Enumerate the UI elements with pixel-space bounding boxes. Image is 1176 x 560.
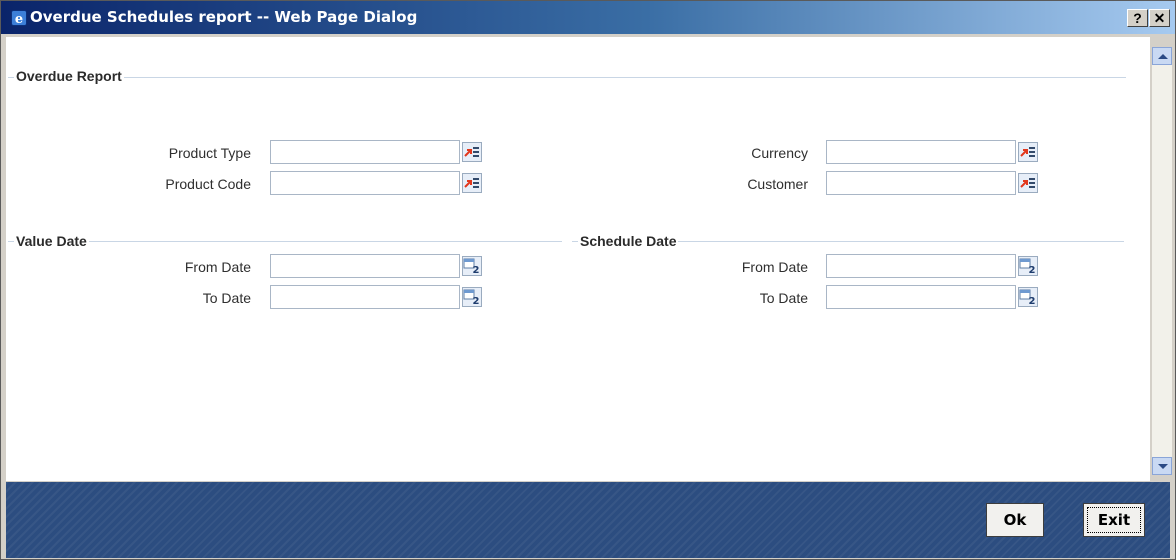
value-from-date-label: From Date [184, 259, 251, 275]
title-bar[interactable]: e Overdue Schedules report -- Web Page D… [1, 1, 1175, 34]
value-to-date-calendar-icon[interactable]: 2 [462, 287, 482, 307]
currency-label: Currency [751, 145, 808, 161]
ok-button[interactable]: Ok [986, 503, 1044, 537]
currency-input[interactable] [826, 140, 1016, 164]
product-type-lov-icon[interactable] [462, 142, 482, 162]
exit-button[interactable]: Exit [1083, 503, 1145, 537]
product-type-label: Product Type [168, 145, 251, 161]
scroll-up-button[interactable] [1152, 47, 1172, 65]
overdue-report-heading: Overdue Report [14, 68, 124, 84]
svg-text:2: 2 [1029, 296, 1036, 307]
arrow-up-icon [1158, 54, 1168, 59]
customer-label: Customer [747, 176, 808, 192]
dialog-footer: Ok Exit [6, 482, 1170, 558]
svg-text:2: 2 [473, 296, 480, 307]
report-content: Overdue Report Product Type Product Code… [6, 37, 1150, 481]
customer-input[interactable] [826, 171, 1016, 195]
help-button[interactable]: ? [1127, 9, 1148, 27]
schedule-date-heading: Schedule Date [578, 233, 679, 249]
value-from-date-input[interactable] [270, 254, 460, 278]
value-date-separator [8, 241, 562, 242]
window-title: Overdue Schedules report -- Web Page Dia… [30, 8, 418, 26]
schedule-from-date-input[interactable] [826, 254, 1016, 278]
svg-text:e: e [15, 12, 23, 26]
product-type-input[interactable] [270, 140, 460, 164]
customer-lov-icon[interactable] [1018, 173, 1038, 193]
value-to-date-input[interactable] [270, 285, 460, 309]
value-from-date-calendar-icon[interactable]: 2 [462, 256, 482, 276]
product-code-input[interactable] [270, 171, 460, 195]
svg-text:2: 2 [473, 265, 480, 276]
arrow-down-icon [1158, 464, 1168, 469]
dialog-window: e Overdue Schedules report -- Web Page D… [0, 0, 1176, 560]
schedule-from-date-calendar-icon[interactable]: 2 [1018, 256, 1038, 276]
close-button[interactable]: ✕ [1149, 9, 1170, 27]
schedule-to-date-input[interactable] [826, 285, 1016, 309]
vertical-scrollbar[interactable] [1152, 47, 1172, 475]
schedule-to-date-calendar-icon[interactable]: 2 [1018, 287, 1038, 307]
product-code-lov-icon[interactable] [462, 173, 482, 193]
svg-text:2: 2 [1029, 265, 1036, 276]
overdue-report-separator [8, 77, 1126, 78]
scroll-down-button[interactable] [1152, 457, 1172, 475]
value-date-heading: Value Date [14, 233, 89, 249]
product-code-label: Product Code [165, 176, 251, 192]
ie-dialog-icon: e [11, 10, 27, 26]
value-to-date-label: To Date [202, 290, 251, 306]
schedule-from-date-label: From Date [741, 259, 808, 275]
currency-lov-icon[interactable] [1018, 142, 1038, 162]
schedule-to-date-label: To Date [759, 290, 808, 306]
